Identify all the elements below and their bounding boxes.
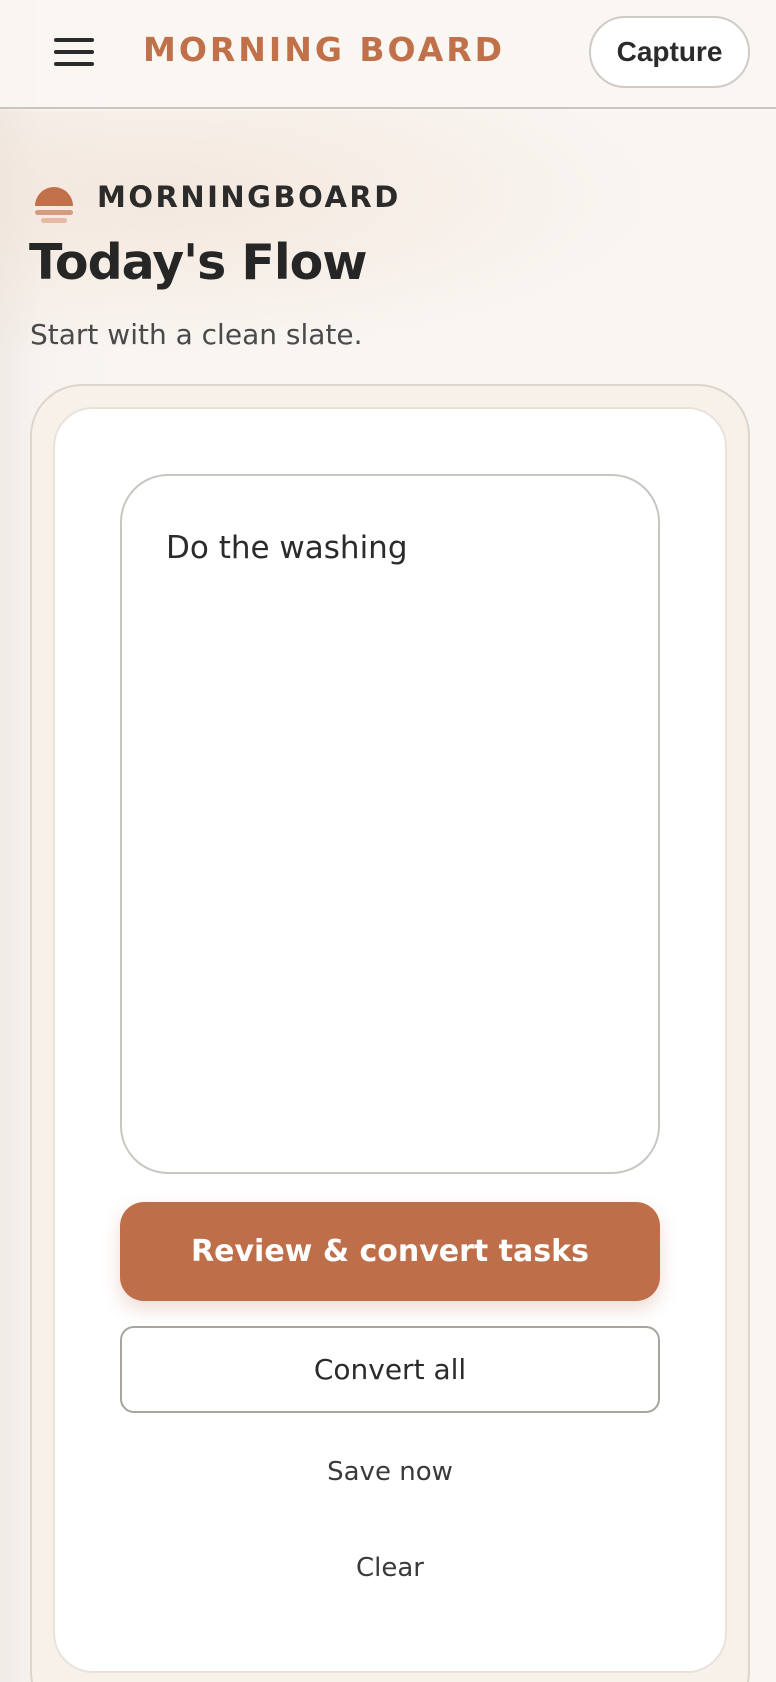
capture-button[interactable]: Capture bbox=[589, 16, 750, 88]
page-subtitle: Start with a clean slate. bbox=[30, 318, 363, 351]
clear-button[interactable]: Clear bbox=[120, 1536, 660, 1600]
page-title: Today's Flow bbox=[29, 234, 368, 291]
brain-dump-textarea[interactable]: Do the washing bbox=[120, 474, 660, 1174]
brand-title[interactable]: MORNING BOARD bbox=[143, 30, 505, 69]
convert-all-button[interactable]: Convert all bbox=[120, 1326, 660, 1413]
save-now-button[interactable]: Save now bbox=[120, 1440, 660, 1504]
top-bar: MORNING BOARD Capture bbox=[0, 0, 776, 109]
review-convert-button[interactable]: Review & convert tasks bbox=[120, 1202, 660, 1301]
sunrise-icon bbox=[35, 187, 73, 223]
hamburger-menu-icon[interactable] bbox=[48, 32, 100, 72]
logo-wordmark: MORNINGBOARD bbox=[97, 180, 401, 214]
